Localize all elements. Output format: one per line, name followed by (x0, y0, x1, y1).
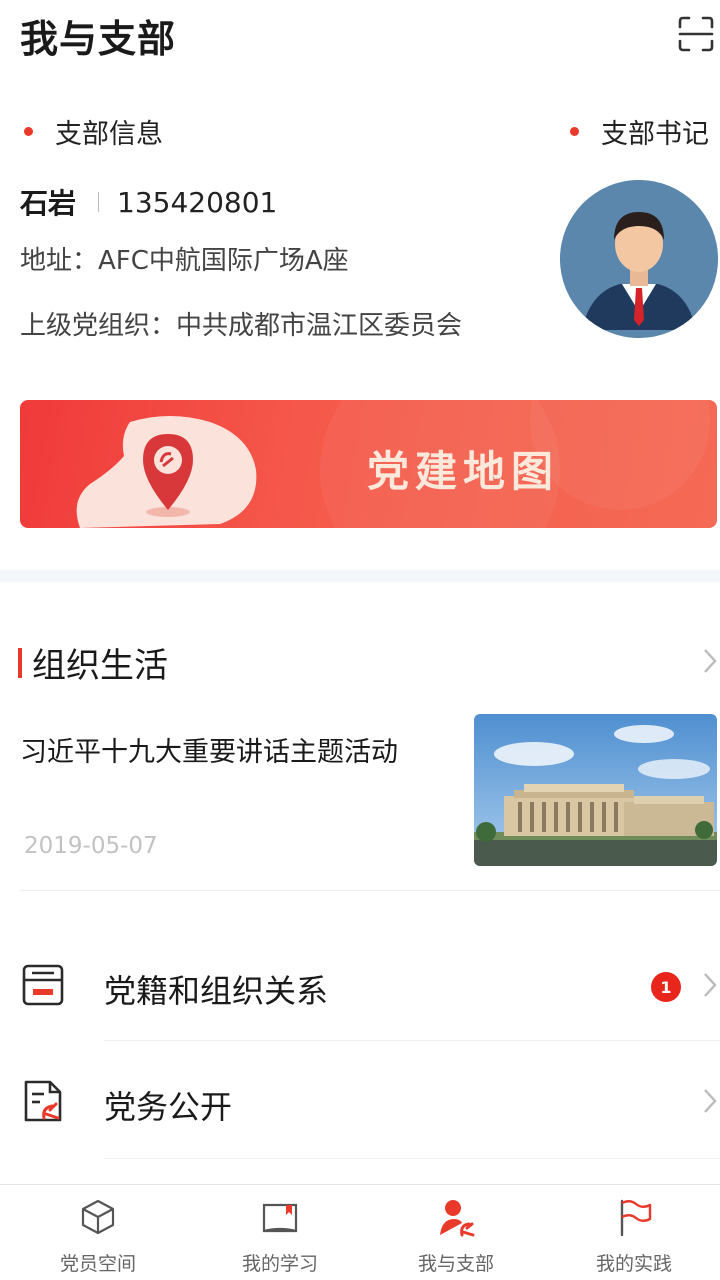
bottom-tab-bar: 党员空间 我的学习 我与支部 我的实践 (0, 1184, 720, 1280)
menu-item-party-membership[interactable]: 党籍和组织关系 1 (0, 940, 720, 1030)
divider (104, 1040, 720, 1041)
divider (98, 192, 100, 212)
divider (20, 890, 720, 891)
org-life-header[interactable]: 组织生活 (18, 638, 168, 687)
tab-label: 党员空间 (59, 1253, 136, 1275)
news-thumbnail[interactable] (474, 714, 717, 866)
chevron-right-icon (704, 1089, 717, 1113)
menu-item-party-affairs[interactable]: 党务公开 (0, 1056, 720, 1146)
tab-label: 我的学习 (241, 1253, 318, 1275)
secretary-name: 石岩 (20, 187, 77, 220)
news-title[interactable]: 习近平十九大重要讲话主题活动 (20, 730, 398, 769)
header: 我与支部 (0, 0, 720, 70)
page-title: 我与支部 (20, 17, 177, 61)
party-map-banner[interactable]: 党建地图 (20, 400, 717, 528)
map-pin-icon (143, 434, 193, 517)
chevron-right-icon[interactable] (702, 647, 718, 675)
secretary-contact: 石岩 135420801 (20, 182, 277, 222)
avatar[interactable] (560, 180, 718, 338)
tab-my-practice[interactable]: 我的实践 (544, 1185, 720, 1280)
tab-party-member-space[interactable]: 党员空间 (8, 1185, 188, 1280)
cube-icon (81, 1199, 115, 1235)
menu-label: 党务公开 (104, 1088, 233, 1126)
tab-me-and-branch[interactable]: 我与支部 (366, 1185, 546, 1280)
menu-label: 党籍和组织关系 (104, 972, 329, 1010)
tab-my-study[interactable]: 我的学习 (190, 1185, 370, 1280)
tab-label: 我与支部 (417, 1253, 494, 1275)
secretary-phone[interactable]: 135420801 (117, 186, 277, 219)
org-life-title: 组织生活 (32, 646, 168, 686)
notification-badge: 1 (651, 972, 681, 1002)
bullet-dot (570, 127, 579, 136)
branch-address: 地址：AFC中航国际广场A座 (20, 246, 349, 276)
tab-label: 我的实践 (595, 1253, 672, 1275)
accent-bar (18, 647, 22, 678)
map-banner-title: 党建地图 (367, 447, 560, 496)
section-separator (0, 570, 720, 582)
bullet-dot (24, 127, 33, 136)
divider (104, 1158, 720, 1159)
chevron-right-icon (704, 973, 717, 997)
flag-icon (620, 1199, 652, 1237)
branch-info-label: 支部信息 (24, 112, 163, 151)
news-date: 2019-05-07 (24, 833, 158, 859)
book-icon (262, 1203, 298, 1233)
party-person-icon (440, 1200, 475, 1237)
parent-organization: 上级党组织：中共成都市温江区委员会 (20, 311, 463, 341)
branch-secretary-label: 支部书记 (570, 112, 709, 151)
document-party-icon (24, 1080, 62, 1122)
archive-icon (22, 964, 64, 1006)
scan-icon[interactable] (676, 14, 716, 54)
